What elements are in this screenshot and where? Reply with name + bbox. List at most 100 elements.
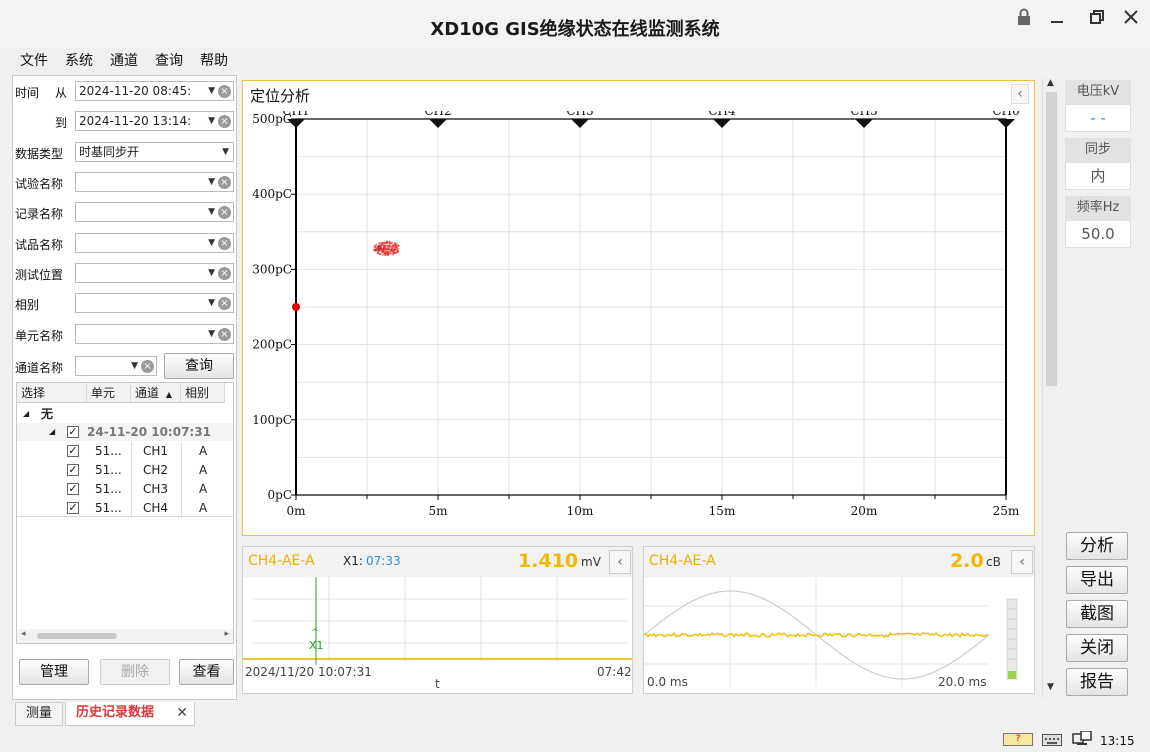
menu-system[interactable]: 系统 [65,50,93,70]
tab-measure[interactable]: 测量 [15,702,63,726]
clear-icon[interactable]: × [218,297,231,310]
group-row[interactable]: ◢ 无 [17,405,233,423]
clear-icon[interactable]: × [218,267,231,280]
dropdown-arrow-icon[interactable]: ▼ [222,143,229,161]
column-header-channel[interactable]: 通道 ▲ [131,383,181,403]
restore-icon[interactable] [1084,6,1110,28]
collapse-button[interactable]: ‹ [1011,84,1029,104]
clear-icon[interactable]: × [218,237,231,250]
clear-icon[interactable]: × [218,85,231,98]
checkbox-icon[interactable]: ✓ [67,502,79,514]
close-tab-icon[interactable]: ✕ [176,702,188,724]
manage-button[interactable]: 管理 [19,659,89,685]
data-type-label: 数据类型 [15,147,64,161]
tab-history[interactable]: 历史记录数据 ✕ [65,702,195,726]
record-grid: 选择 单元 通道 ▲ 相别 ◢ 无 ◢ ✓ 24-11-20 10:07:31 … [16,382,234,644]
position-label: 测试位置 [15,268,64,282]
unit-name-select[interactable]: ▼ × [75,324,234,344]
horizontal-scrollbar[interactable]: ◂ ▸ [17,629,233,643]
channel-label: CH4-AE-A [649,553,716,569]
column-header-phase[interactable]: 相别 [181,383,225,403]
clear-icon[interactable]: × [218,176,231,189]
item-name-select[interactable]: ▼ × [75,233,234,253]
test-name-select[interactable]: ▼ × [75,172,234,192]
scrollbar-thumb[interactable] [1046,92,1057,386]
delete-button[interactable]: 删除 [100,659,170,685]
scatter-point [389,245,392,249]
dropdown-arrow-icon[interactable]: ▼ [208,82,215,100]
screenshot-button[interactable]: 截图 [1066,600,1128,628]
close-button[interactable]: 关闭 [1066,634,1128,662]
sync-label: 同步 [1065,138,1131,162]
scatter-point [380,245,383,249]
collapse-triangle-icon[interactable]: ◢ [49,423,55,441]
to-datetime-field[interactable]: 2024-11-20 13:14: ▼ × [75,111,234,131]
data-type-select[interactable]: 时基同步开 ▼ [75,142,234,162]
scrollbar-thumb[interactable] [37,633,117,639]
scroll-right-icon[interactable]: ▸ [224,629,229,639]
record-name-select[interactable]: ▼ × [75,202,234,222]
network-icon[interactable] [1072,730,1092,747]
cursor-marker[interactable]: X1 [309,639,324,652]
scatter-point [384,252,387,255]
table-row[interactable]: ✓ 51... CH2 A [17,461,233,479]
dropdown-arrow-icon[interactable]: ▼ [208,264,215,282]
dropdown-arrow-icon[interactable]: ▼ [208,112,215,130]
amplitude-value: 1.410 [518,550,579,572]
frequency-label: 频率Hz [1065,196,1131,220]
close-icon[interactable] [1118,6,1144,28]
menu-query[interactable]: 查询 [155,50,183,70]
checkbox-icon[interactable]: ✓ [67,426,79,438]
clear-icon[interactable]: × [218,206,231,219]
locate-analysis-panel: 定位分析 ‹ 0pC 100pC 200pC 300pC 400pC 500pC 0m 5m 1… [242,80,1035,536]
phase-panel: CH4-AE-A 2.0 cB ‹ 0.0 ms 20.0 ms [643,546,1035,694]
checkbox-icon[interactable]: ✓ [67,483,79,495]
clear-icon[interactable]: × [141,360,154,373]
view-button[interactable]: 查看 [179,659,234,685]
checkbox-icon[interactable]: ✓ [67,445,79,457]
menu-file[interactable]: 文件 [20,50,48,70]
clear-icon[interactable]: × [218,328,231,341]
table-row[interactable]: ✓ 51... CH1 A [17,442,233,460]
export-button[interactable]: 导出 [1066,566,1128,594]
channel-name-select[interactable]: ▼ × [75,356,157,376]
column-header-select[interactable]: 选择 [17,383,87,403]
collapse-button[interactable]: ‹ [609,550,631,574]
dropdown-arrow-icon[interactable]: ▼ [131,357,138,375]
menu-help[interactable]: 帮助 [200,50,228,70]
collapse-button[interactable]: ‹ [1011,550,1033,574]
table-row[interactable]: ✓ 51... CH3 A [17,480,233,498]
scatter-point [374,249,377,252]
subgroup-row[interactable]: ◢ ✓ 24-11-20 10:07:31 [17,423,233,441]
phase-select[interactable]: ▼ × [75,293,234,313]
amplitude-unit: mV [581,555,601,569]
scroll-down-icon[interactable]: ▼ [1047,682,1054,692]
table-row[interactable]: ✓ 51... CH4 A [17,499,233,517]
checkbox-icon[interactable]: ✓ [67,464,79,476]
vertical-scrollbar[interactable]: ▲ ▼ [1042,78,1060,698]
cell-unit: 51... [95,463,122,477]
dropdown-arrow-icon[interactable]: ▼ [208,294,215,312]
minimize-icon[interactable] [1044,6,1070,28]
clear-icon[interactable]: × [218,115,231,128]
dropdown-arrow-icon[interactable]: ▼ [208,325,215,343]
column-header-unit[interactable]: 单元 [87,383,131,403]
collapse-triangle-icon[interactable]: ◢ [23,405,29,423]
scroll-up-icon[interactable]: ▲ [1047,78,1054,88]
lock-icon[interactable] [1011,6,1037,28]
report-button[interactable]: 报告 [1066,668,1128,696]
keyboard-icon[interactable] [1042,734,1062,746]
dropdown-arrow-icon[interactable]: ▼ [208,173,215,191]
scatter-point [386,252,389,255]
query-button[interactable]: 查询 [164,353,234,379]
cell-phase: A [199,444,208,458]
from-datetime-value: 2024-11-20 08:45: [79,84,192,98]
position-select[interactable]: ▼ × [75,263,234,283]
analyze-button[interactable]: 分析 [1066,532,1128,560]
from-datetime-field[interactable]: 2024-11-20 08:45: ▼ × [75,81,234,101]
column-header-channel-label: 通道 [135,386,160,400]
scroll-left-icon[interactable]: ◂ [21,629,26,639]
dropdown-arrow-icon[interactable]: ▼ [208,234,215,252]
menu-channel[interactable]: 通道 [110,50,138,70]
dropdown-arrow-icon[interactable]: ▼ [208,203,215,221]
